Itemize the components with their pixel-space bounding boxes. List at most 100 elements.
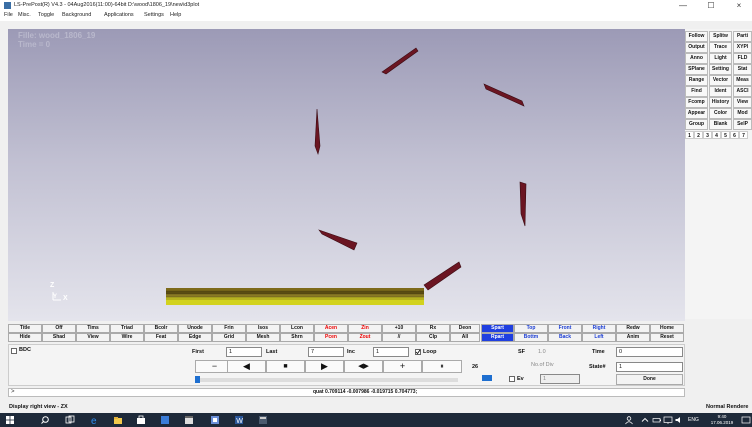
find-button[interactable]: Find — [685, 86, 708, 97]
triad-button[interactable]: Triad — [110, 324, 144, 333]
ascii-button[interactable]: ASCI — [733, 86, 752, 97]
rpart-button[interactable]: Rpart — [481, 333, 514, 342]
people-icon[interactable] — [624, 415, 634, 425]
loop-checkbox[interactable] — [415, 349, 421, 355]
parti-button[interactable]: Parti — [733, 31, 752, 42]
windows-start-icon[interactable] — [5, 415, 15, 425]
pcen-button[interactable]: Pcen — [314, 333, 348, 342]
color-button[interactable]: Color — [709, 108, 732, 119]
ev-checkbox[interactable] — [509, 376, 515, 382]
view-mode-button[interactable]: View — [76, 333, 110, 342]
task-view-icon[interactable] — [65, 415, 75, 425]
output-button[interactable]: Output — [685, 42, 708, 53]
app-window-icon[interactable] — [184, 415, 194, 425]
feat-button[interactable]: Feat — [144, 333, 178, 342]
page-tab-6[interactable]: 6 — [730, 131, 739, 139]
app-tile-icon[interactable] — [160, 415, 170, 425]
menu-settings[interactable]: Settings — [144, 12, 164, 18]
search-icon[interactable] — [40, 415, 50, 425]
grid-button[interactable]: Grid — [212, 333, 246, 342]
minimize-button[interactable]: — — [672, 1, 694, 11]
xyplot-button[interactable]: XYPl — [733, 42, 752, 53]
taskbar-clock[interactable]: 9:40 17.06.2019 — [705, 413, 739, 427]
frame-slider-thumb[interactable] — [195, 376, 200, 383]
frame-slider[interactable] — [196, 378, 458, 382]
light-button[interactable]: Light — [709, 53, 732, 64]
page-tab-4[interactable]: 4 — [712, 131, 721, 139]
home-button[interactable]: Home — [650, 324, 684, 333]
blank-button[interactable]: Blank — [709, 119, 732, 130]
speed-slider-thumb[interactable] — [482, 375, 492, 381]
inc-input[interactable]: 1 — [373, 347, 409, 357]
shad-button[interactable]: Shad — [42, 333, 76, 342]
rx-button[interactable]: Rx — [416, 324, 450, 333]
model-button[interactable]: Mod — [733, 108, 752, 119]
ident-button[interactable]: Ident — [709, 86, 732, 97]
last-input[interactable]: 7 — [308, 347, 344, 357]
frin-button[interactable]: Frin — [212, 324, 246, 333]
done-button[interactable]: Done — [616, 374, 683, 385]
file-explorer-icon[interactable] — [113, 415, 123, 425]
anim-button[interactable]: Anim — [616, 333, 650, 342]
pause-button[interactable]: ⏸ — [422, 360, 462, 373]
page-tab-7[interactable]: 7 — [739, 131, 748, 139]
menu-applications[interactable]: Applications — [104, 12, 134, 18]
wire-button[interactable]: Wire — [110, 333, 144, 342]
mesh-button[interactable]: Mesh — [246, 333, 280, 342]
word-icon[interactable]: W — [234, 415, 244, 425]
close-button[interactable]: × — [728, 1, 750, 11]
range-button[interactable]: Range — [685, 75, 708, 86]
front-view-button[interactable]: Front — [548, 324, 582, 333]
trace-button[interactable]: Trace — [709, 42, 732, 53]
off-button[interactable]: Off — [42, 324, 76, 333]
volume-icon[interactable] — [674, 415, 684, 425]
input-language[interactable]: ENG — [688, 417, 699, 423]
group-button[interactable]: Group — [685, 119, 708, 130]
appear-button[interactable]: Appear — [685, 108, 708, 119]
chevron-up-icon[interactable] — [640, 415, 650, 425]
unode-button[interactable]: Unode — [178, 324, 212, 333]
vector-button[interactable]: Vector — [709, 75, 732, 86]
stat-button[interactable]: Stat — [733, 64, 752, 75]
menu-background[interactable]: Background — [62, 12, 91, 18]
all-button[interactable]: All — [450, 333, 480, 342]
bdc-checkbox[interactable] — [11, 348, 17, 354]
bottom-view-button[interactable]: Bottm — [514, 333, 548, 342]
reset-button[interactable]: Reset — [650, 333, 684, 342]
title-button[interactable]: Title — [8, 324, 42, 333]
edge-browser-icon[interactable]: e — [90, 415, 100, 425]
tims-button[interactable]: Tims — [76, 324, 110, 333]
fcomp-button[interactable]: Fcomp — [685, 97, 708, 108]
step-back-button[interactable]: ◀ — [227, 360, 266, 373]
menu-misc[interactable]: Misc. — [18, 12, 31, 18]
page-tab-3[interactable]: 3 — [703, 131, 712, 139]
ev-input[interactable]: 1 — [540, 374, 580, 384]
isos-button[interactable]: Isos — [246, 324, 280, 333]
ls-prepost-taskbar-icon[interactable] — [210, 415, 220, 425]
splitw-button[interactable]: Splitw — [709, 31, 732, 42]
menu-help[interactable]: Help — [170, 12, 181, 18]
maximize-button[interactable]: ☐ — [700, 1, 722, 11]
anno-button[interactable]: Anno — [685, 53, 708, 64]
time-input[interactable]: 0 — [616, 347, 683, 357]
deon-button[interactable]: Deon — [450, 324, 480, 333]
follow-button[interactable]: Follow — [685, 31, 708, 42]
clp-button[interactable]: Clp — [416, 333, 450, 342]
shrn-button[interactable]: Shrn — [280, 333, 314, 342]
fld-button[interactable]: FLD — [733, 53, 752, 64]
battery-icon[interactable] — [652, 415, 662, 425]
selpart-button[interactable]: SelP — [733, 119, 752, 130]
page-tab-5[interactable]: 5 — [721, 131, 730, 139]
parallel-button[interactable]: // — [382, 333, 416, 342]
graphics-viewport[interactable]: Fille: wood_1806_19 Time = 0 Z Y X — [8, 29, 685, 321]
left-view-button[interactable]: Left — [582, 333, 616, 342]
splane-button[interactable]: SPlane — [685, 64, 708, 75]
view-button[interactable]: View — [733, 97, 752, 108]
store-icon[interactable] — [136, 415, 146, 425]
notifications-icon[interactable] — [741, 415, 751, 425]
bounce-button[interactable]: ◀▶ — [344, 360, 383, 373]
right-view-button[interactable]: Right — [582, 324, 616, 333]
page-tab-1[interactable]: 1 — [685, 131, 694, 139]
zout-button[interactable]: Zout — [348, 333, 382, 342]
state-input[interactable]: 1 — [616, 362, 683, 372]
